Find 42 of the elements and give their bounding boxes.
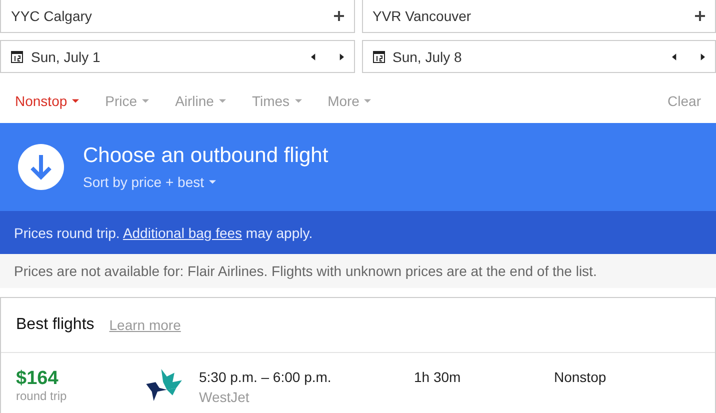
price-note: round trip [16,389,68,403]
date-value: Sun, July 8 [392,48,463,64]
airport-value: YYC Calgary [11,8,93,24]
plus-icon[interactable] [695,11,705,21]
calendar-icon [372,50,384,62]
clear-button[interactable]: Clear [660,93,708,109]
banner-title: Choose an outbound flight [83,144,328,168]
price-notice: Prices round trip. Additional bag fees may apply. [14,224,313,240]
flight-duration: 1h 30m [414,369,462,385]
learn-more-link[interactable]: Learn more [109,317,181,333]
previous-icon[interactable] [310,52,316,60]
airport-value: YVR Vancouver [372,8,472,24]
caret-icon [142,99,150,103]
leaf-logo-icon [146,369,184,401]
flight-price: $164 [16,369,60,389]
caret-icon [72,99,80,103]
next-icon[interactable] [338,52,344,60]
filter-dropdown[interactable]: Airline [168,93,233,109]
caret-icon [364,99,372,103]
airline-name: WestJet [199,389,250,405]
caret-icon [294,99,302,103]
next-icon[interactable] [700,52,705,60]
airport-field[interactable]: YVR Vancouver [362,0,716,33]
bag-fees-link[interactable]: Additional bag fees [122,224,242,240]
airport-field[interactable]: YYC Calgary [0,0,354,33]
filter-dropdown[interactable]: More [320,93,378,109]
plus-icon[interactable] [334,11,344,21]
flight-times: 5:30 p.m. – 6:00 p.m. [199,369,332,385]
flight-stops: Nonstop [554,369,606,385]
date-field[interactable]: Sun, July 8 [362,40,716,73]
date-value: Sun, July 1 [31,48,102,64]
availability-text: Prices are not available for: Flair Airlines. Flights with unknown prices are at the end of the list. [14,263,597,279]
caret-icon [218,99,226,103]
calendar-icon [11,50,23,62]
filter-dropdown[interactable]: Nonstop [8,93,86,109]
previous-icon[interactable] [672,52,677,60]
date-field[interactable]: Sun, July 1 [0,40,354,73]
filter-dropdown[interactable]: Price [98,93,156,109]
filter-dropdown[interactable]: Times [244,93,309,109]
caret-icon [209,180,216,184]
sort-dropdown[interactable]: Sort by price + best [83,174,216,190]
section-title: Best flights [16,316,94,334]
